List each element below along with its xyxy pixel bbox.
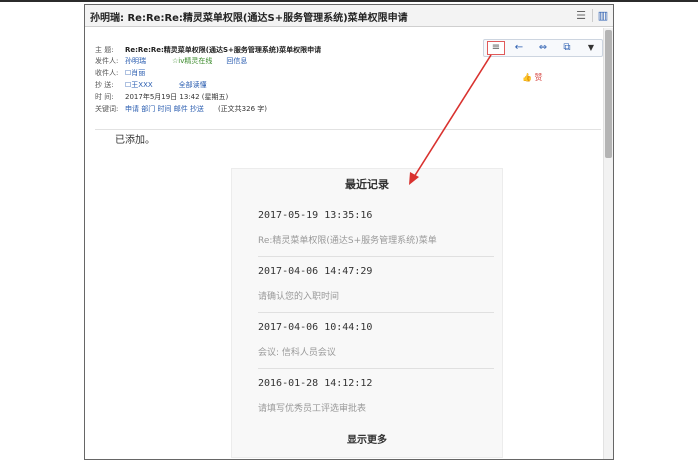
mail-action-toolbar: ≡ ← ⇔ ⧉ ▼ bbox=[483, 39, 603, 57]
record-time: 2017-05-19 13:35:16 bbox=[258, 210, 373, 221]
split-view-icon[interactable]: ▥ bbox=[595, 8, 611, 23]
show-more-button[interactable]: 显示更多 bbox=[232, 431, 502, 446]
time-value: 2017年5月19日 13:42 (星期五) bbox=[125, 93, 229, 101]
word-count: (正文共326 字) bbox=[217, 105, 267, 113]
recent-record-item[interactable]: 2017-05-19 13:35:16 Re:精灵菜单权限(通达S+服务管理系统… bbox=[258, 201, 494, 257]
record-subject: 请确认您的入职时间 bbox=[258, 292, 340, 302]
keyword-tag[interactable]: 部门 bbox=[141, 105, 155, 113]
recent-record-item[interactable]: 2016-01-28 14:12:12 请填写优秀员工评选审批表 bbox=[258, 369, 494, 425]
more-dropdown-icon[interactable]: ▼ bbox=[580, 40, 602, 56]
subject-row: 主 题: Re:Re:Re:精灵菜单权限(通达S+服务管理系统)菜单权限申请 bbox=[95, 45, 321, 56]
time-row: 时 间: 2017年5月19日 13:42 (星期五) bbox=[95, 92, 228, 103]
header-divider bbox=[95, 129, 601, 130]
mail-body-text: 已添加。 bbox=[115, 135, 155, 146]
to-row: 收件人: ☐肖丽 bbox=[95, 68, 145, 79]
keywords-label: 关键词: bbox=[95, 105, 119, 113]
open-window-icon[interactable]: ⧉ bbox=[556, 40, 578, 56]
cc-value[interactable]: ☐王XXX bbox=[125, 81, 153, 89]
subject-value: Re:Re:Re:精灵菜单权限(通达S+服务管理系统)菜单权限申请 bbox=[125, 46, 322, 54]
recent-records-menu-button[interactable]: ≡ bbox=[487, 41, 505, 55]
scrollbar-thumb[interactable] bbox=[605, 30, 612, 158]
scrollbar[interactable] bbox=[603, 28, 613, 459]
keyword-tag[interactable]: 抄送 bbox=[190, 105, 204, 113]
recent-record-item[interactable]: 2017-04-06 14:47:29 请确认您的入职时间 bbox=[258, 257, 494, 313]
to-label: 收件人: bbox=[95, 69, 119, 77]
reply-info-link[interactable]: 回信息 bbox=[226, 57, 247, 65]
like-button[interactable]: 👍 赞 bbox=[522, 72, 543, 83]
cc-row: 抄 送: ☐王XXX 全部读懂 bbox=[95, 80, 207, 91]
title-separator bbox=[592, 9, 593, 22]
title-bar: 孙明瑞: Re:Re:Re:精灵菜单权限(通达S+服务管理系统)菜单权限申请 ☰… bbox=[85, 5, 613, 27]
time-label: 时 间: bbox=[95, 93, 114, 101]
window-title: 孙明瑞: Re:Re:Re:精灵菜单权限(通达S+服务管理系统)菜单权限申请 bbox=[90, 13, 408, 24]
from-name[interactable]: 孙明瑞 bbox=[125, 57, 146, 65]
to-value[interactable]: ☐肖丽 bbox=[125, 69, 145, 77]
record-subject: 请填写优秀员工评选审批表 bbox=[258, 404, 367, 414]
recent-record-item[interactable]: 2017-04-06 10:44:10 会议: 信科人员会议 bbox=[258, 313, 494, 369]
reply-all-icon[interactable]: ⇔ bbox=[532, 40, 554, 56]
keywords-row: 关键词: 申请 部门 时间 邮件 抄送 (正文共326 字) bbox=[95, 104, 267, 115]
from-label: 发件人: bbox=[95, 57, 119, 65]
record-time: 2016-01-28 14:12:12 bbox=[258, 378, 373, 389]
list-view-icon[interactable]: ☰ bbox=[573, 8, 589, 23]
cc-all-link[interactable]: 全部读懂 bbox=[179, 81, 207, 89]
record-subject: 会议: 信科人员会议 bbox=[258, 348, 336, 358]
subject-label: 主 题: bbox=[95, 46, 114, 54]
reply-arrow-icon[interactable]: ← bbox=[508, 40, 530, 56]
from-status: ☆iv精灵在线 bbox=[172, 57, 213, 65]
keyword-tag[interactable]: 邮件 bbox=[174, 105, 188, 113]
keyword-tag[interactable]: 时间 bbox=[157, 105, 171, 113]
record-time: 2017-04-06 10:44:10 bbox=[258, 322, 373, 333]
top-border-line bbox=[0, 0, 698, 2]
keyword-tag[interactable]: 申请 bbox=[125, 105, 139, 113]
popup-title: 最近记录 bbox=[345, 178, 389, 191]
mail-window: 孙明瑞: Re:Re:Re:精灵菜单权限(通达S+服务管理系统)菜单权限申请 ☰… bbox=[84, 4, 614, 460]
record-time: 2017-04-06 14:47:29 bbox=[258, 266, 373, 277]
cc-label: 抄 送: bbox=[95, 81, 114, 89]
recent-records-popup: 最近记录 2017-05-19 13:35:16 Re:精灵菜单权限(通达S+服… bbox=[231, 168, 503, 458]
record-subject: Re:精灵菜单权限(通达S+服务管理系统)菜单 bbox=[258, 236, 437, 246]
from-row: 发件人: 孙明瑞 ☆iv精灵在线 回信息 bbox=[95, 56, 247, 67]
